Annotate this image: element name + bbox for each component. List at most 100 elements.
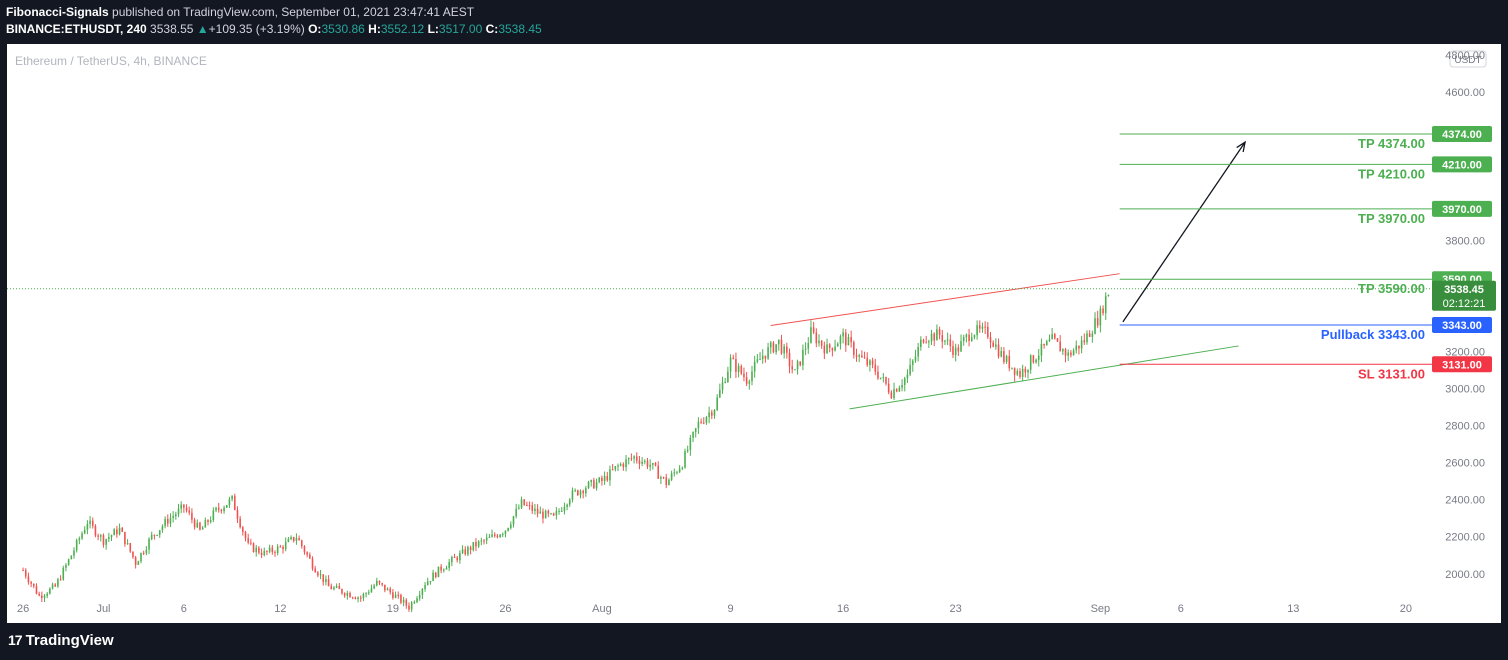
candle-body: [753, 361, 756, 372]
candle-body: [175, 514, 177, 517]
level-label-tp: TP 4210.00: [1358, 166, 1425, 181]
candle-body: [828, 344, 831, 348]
candle-body: [869, 360, 871, 366]
candle-body: [1051, 334, 1053, 340]
price-chart[interactable]: Ethereum / TetherUS, 4h, BINANCE USDT TP…: [0, 0, 1508, 660]
candle-body: [247, 538, 249, 543]
candle-body: [217, 507, 220, 510]
candle-body: [209, 520, 212, 523]
y-axis-tick-label: 2400.00: [1445, 495, 1485, 507]
candle-body: [367, 592, 370, 594]
level-label-tp: TP 3970.00: [1358, 211, 1425, 226]
candle-body: [1059, 341, 1061, 352]
candle-body: [547, 510, 550, 514]
candle-body: [429, 581, 432, 583]
tradingview-brand[interactable]: 17 TradingView: [8, 632, 114, 649]
candle-body: [954, 347, 957, 356]
candle-body: [126, 543, 129, 545]
candle-body: [745, 377, 748, 384]
candle-body: [965, 334, 968, 338]
candle-body: [818, 340, 820, 344]
candle-body: [1003, 351, 1005, 362]
candle-body: [654, 463, 657, 466]
candle-body: [335, 586, 338, 588]
candle-body: [759, 359, 761, 361]
candle-body: [161, 526, 164, 531]
candle-body: [539, 511, 542, 514]
candle-body: [1040, 343, 1043, 356]
tradingview-logo-icon: 17: [8, 632, 23, 648]
candle-body: [1067, 352, 1070, 356]
candle-body: [1029, 355, 1032, 370]
candle-body: [448, 562, 450, 568]
candle-body: [579, 490, 582, 496]
candle-body: [823, 345, 826, 354]
candle-body: [783, 346, 785, 354]
candle-body: [552, 513, 555, 516]
candle-body: [1064, 349, 1067, 356]
candle-body: [609, 469, 611, 481]
candle-body: [362, 594, 365, 599]
candle-body: [729, 357, 732, 372]
level-label-sl: SL 3131.00: [1358, 366, 1425, 381]
candle-body: [215, 507, 217, 511]
candle-body: [960, 341, 962, 352]
candle-body: [113, 529, 115, 536]
candle-body: [914, 356, 917, 361]
candle-body: [673, 472, 676, 474]
candle-body: [791, 366, 793, 370]
candle-body: [1043, 343, 1045, 346]
candle-body: [41, 595, 43, 598]
candle-body: [78, 538, 81, 541]
candle-body: [1086, 333, 1088, 343]
candle-body: [689, 437, 692, 450]
candle-body: [933, 333, 936, 341]
candle-body: [646, 460, 649, 467]
candle-body: [526, 505, 528, 507]
candle-body: [341, 589, 343, 594]
candle-body: [936, 329, 938, 341]
candle-body: [601, 477, 603, 482]
candle-body: [802, 349, 804, 366]
candle-body: [1054, 334, 1056, 339]
candle-body: [544, 510, 547, 519]
candle-body: [134, 557, 137, 565]
candle-body: [665, 477, 668, 486]
candle-body: [440, 566, 442, 571]
candle-body: [510, 524, 512, 528]
candle-body: [359, 597, 362, 599]
candle-body: [962, 337, 965, 342]
candle-body: [1013, 367, 1016, 375]
candle-body: [140, 552, 142, 562]
candle-body: [260, 552, 263, 556]
candle-body: [1083, 340, 1086, 343]
x-axis-tick-label: 6: [181, 603, 187, 615]
candle-body: [1088, 333, 1091, 337]
candle-body: [255, 547, 258, 553]
candle-body: [619, 464, 622, 466]
candle-body: [156, 534, 158, 536]
candle-body: [108, 537, 110, 540]
y-axis-tick-label: 3800.00: [1445, 235, 1485, 247]
candle-body: [258, 547, 260, 553]
candle-body: [373, 585, 375, 589]
candle-body: [1096, 318, 1099, 326]
channel-upper-trendline[interactable]: [770, 273, 1120, 327]
candle-body: [333, 587, 335, 590]
candle-body: [887, 383, 890, 393]
candle-body: [839, 336, 842, 344]
target-arrow-line[interactable]: [1122, 141, 1246, 323]
candle-body: [603, 475, 606, 482]
candle-body: [973, 335, 976, 338]
candle-body: [772, 342, 775, 353]
candle-body: [1080, 340, 1083, 349]
candle-body: [810, 327, 812, 343]
candle-body: [903, 378, 906, 386]
candle-body: [585, 488, 587, 494]
candle-body: [727, 371, 729, 383]
candle-body: [558, 511, 560, 513]
candle-body: [992, 342, 994, 347]
candle-body: [660, 477, 662, 479]
candle-body: [228, 499, 231, 506]
candle-body: [70, 555, 73, 560]
